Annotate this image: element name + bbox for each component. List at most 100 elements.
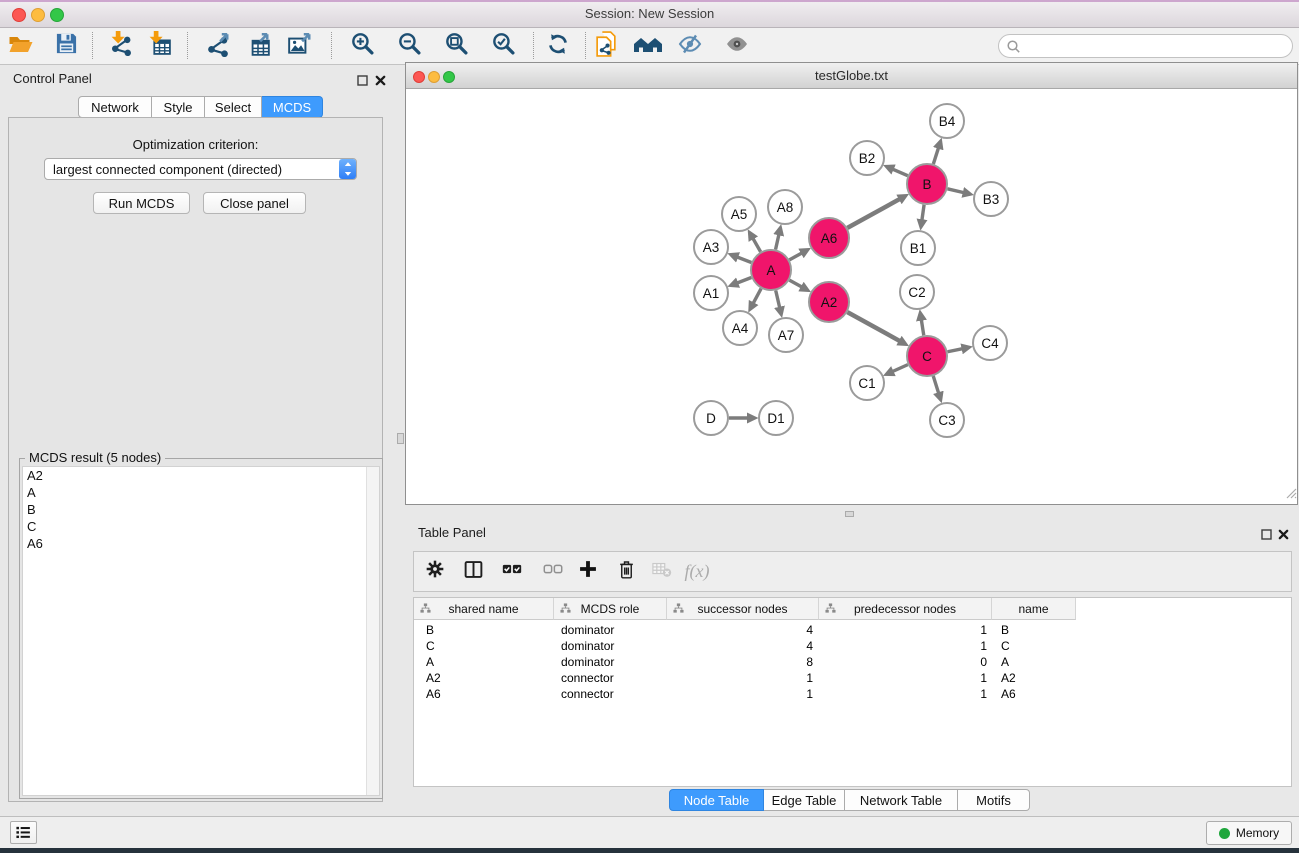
- column-header-predecessor-nodes[interactable]: predecessor nodes: [819, 598, 992, 620]
- edge-B-B4[interactable]: [933, 148, 938, 164]
- edge-C-C2[interactable]: [921, 320, 923, 336]
- cell-predecessor-nodes[interactable]: 1: [819, 638, 992, 654]
- cell-name[interactable]: A2: [992, 670, 1076, 686]
- cell-MCDS-role[interactable]: dominator: [554, 638, 667, 654]
- cell-predecessor-nodes[interactable]: 1: [819, 686, 992, 702]
- table-settings-button[interactable]: [420, 552, 450, 591]
- cell-successor-nodes[interactable]: 1: [667, 670, 819, 686]
- new-network-from-selection-button[interactable]: [592, 32, 620, 60]
- refresh-button[interactable]: [544, 32, 572, 60]
- deselect-all-checkboxes-button[interactable]: [538, 552, 568, 591]
- task-history-button[interactable]: [10, 821, 37, 844]
- resize-grip-icon[interactable]: [1284, 486, 1297, 504]
- edge-B-B3[interactable]: [947, 189, 963, 193]
- edge-B-B2[interactable]: [893, 169, 908, 176]
- edge-A-A5[interactable]: [753, 238, 761, 251]
- network-canvas[interactable]: AA2A6BCA1A3A4A5A7A8B1B2B3B4C1C2C3C4DD1: [406, 89, 1297, 504]
- edge-A-A2[interactable]: [789, 280, 801, 287]
- tab-network[interactable]: Network: [78, 96, 152, 118]
- cell-name[interactable]: B: [992, 622, 1076, 638]
- edge-C-C1[interactable]: [893, 365, 908, 372]
- toggle-columns-button[interactable]: [458, 552, 488, 591]
- hide-glasses-button[interactable]: [676, 32, 704, 60]
- search-box[interactable]: [998, 34, 1293, 58]
- column-header-successor-nodes[interactable]: successor nodes: [667, 598, 819, 620]
- tab-select[interactable]: Select: [205, 96, 262, 118]
- edge-A-A7[interactable]: [776, 290, 780, 307]
- zoom-in-button[interactable]: [348, 32, 376, 60]
- tab-network-table[interactable]: Network Table: [845, 789, 958, 811]
- edge-B-B1[interactable]: [922, 205, 924, 220]
- search-input[interactable]: [1021, 37, 1292, 55]
- cell-shared-name[interactable]: A2: [414, 670, 554, 686]
- zoom-selected-button[interactable]: [489, 32, 517, 60]
- table-row[interactable]: A2connector11A2: [414, 670, 1076, 686]
- cell-successor-nodes[interactable]: 1: [667, 686, 819, 702]
- edge-A-A6[interactable]: [789, 253, 801, 260]
- cell-MCDS-role[interactable]: connector: [554, 686, 667, 702]
- edge-A-A8[interactable]: [776, 234, 779, 249]
- tab-motifs[interactable]: Motifs: [958, 789, 1030, 811]
- add-column-button[interactable]: [573, 552, 603, 591]
- column-header-name[interactable]: name: [992, 598, 1076, 620]
- tab-style[interactable]: Style: [152, 96, 205, 118]
- control-panel-float-icon[interactable]: [357, 73, 368, 91]
- cell-shared-name[interactable]: C: [414, 638, 554, 654]
- export-network-button[interactable]: [204, 32, 232, 60]
- show-eye-button[interactable]: [723, 32, 751, 60]
- mcds-result-item[interactable]: A2: [23, 467, 379, 484]
- table-row[interactable]: Bdominator41B: [414, 622, 1076, 638]
- table-row[interactable]: Adominator80A: [414, 654, 1076, 670]
- mcds-result-item[interactable]: A: [23, 484, 379, 501]
- edge-C-C3[interactable]: [933, 376, 938, 393]
- zoom-fit-button[interactable]: [442, 32, 470, 60]
- table-row[interactable]: Cdominator41C: [414, 638, 1076, 654]
- home-view-button[interactable]: [634, 32, 662, 60]
- memory-indicator-button[interactable]: Memory: [1206, 821, 1292, 845]
- cell-successor-nodes[interactable]: 4: [667, 638, 819, 654]
- zoom-out-button[interactable]: [395, 32, 423, 60]
- cell-shared-name[interactable]: B: [414, 622, 554, 638]
- column-header-shared-name[interactable]: shared name: [414, 598, 554, 620]
- cell-successor-nodes[interactable]: 4: [667, 622, 819, 638]
- cell-shared-name[interactable]: A6: [414, 686, 554, 702]
- cell-name[interactable]: A6: [992, 686, 1076, 702]
- control-panel-close-icon[interactable]: [375, 73, 386, 91]
- edge-C-C4[interactable]: [948, 349, 963, 352]
- save-session-button[interactable]: [52, 32, 80, 60]
- edge-A-A1[interactable]: [737, 278, 751, 283]
- cell-name[interactable]: C: [992, 638, 1076, 654]
- table-row[interactable]: A6connector11A6: [414, 686, 1076, 702]
- tab-mcds[interactable]: MCDS: [262, 96, 323, 118]
- export-table-button[interactable]: [244, 32, 272, 60]
- open-session-button[interactable]: [6, 32, 34, 60]
- cell-successor-nodes[interactable]: 8: [667, 654, 819, 670]
- edge-A-A4[interactable]: [753, 289, 761, 304]
- run-mcds-button[interactable]: Run MCDS: [93, 192, 190, 214]
- cell-predecessor-nodes[interactable]: 1: [819, 670, 992, 686]
- close-panel-button[interactable]: Close panel: [203, 192, 306, 214]
- import-network-button[interactable]: [107, 32, 135, 60]
- table-panel-close-icon[interactable]: [1278, 527, 1289, 545]
- column-header-MCDS-role[interactable]: MCDS role: [554, 598, 667, 620]
- cell-predecessor-nodes[interactable]: 1: [819, 622, 992, 638]
- mcds-result-item[interactable]: C: [23, 518, 379, 535]
- cell-MCDS-role[interactable]: dominator: [554, 654, 667, 670]
- edge-A6-B[interactable]: [847, 199, 899, 228]
- cell-name[interactable]: A: [992, 654, 1076, 670]
- result-list-scrollbar[interactable]: [366, 467, 379, 795]
- edge-A-A3[interactable]: [737, 257, 751, 262]
- export-image-button[interactable]: [286, 32, 314, 60]
- tab-node-table[interactable]: Node Table: [669, 789, 764, 811]
- cell-MCDS-role[interactable]: connector: [554, 670, 667, 686]
- horizontal-splitter-handle[interactable]: [845, 511, 854, 517]
- cell-predecessor-nodes[interactable]: 0: [819, 654, 992, 670]
- table-panel-float-icon[interactable]: [1261, 527, 1272, 545]
- delete-selected-button[interactable]: [611, 552, 641, 591]
- edge-A2-C[interactable]: [847, 312, 899, 341]
- tab-edge-table[interactable]: Edge Table: [764, 789, 845, 811]
- cell-shared-name[interactable]: A: [414, 654, 554, 670]
- optimization-select[interactable]: largest connected component (directed): [44, 158, 357, 180]
- import-table-button[interactable]: [145, 32, 173, 60]
- mcds-result-item[interactable]: A6: [23, 535, 379, 552]
